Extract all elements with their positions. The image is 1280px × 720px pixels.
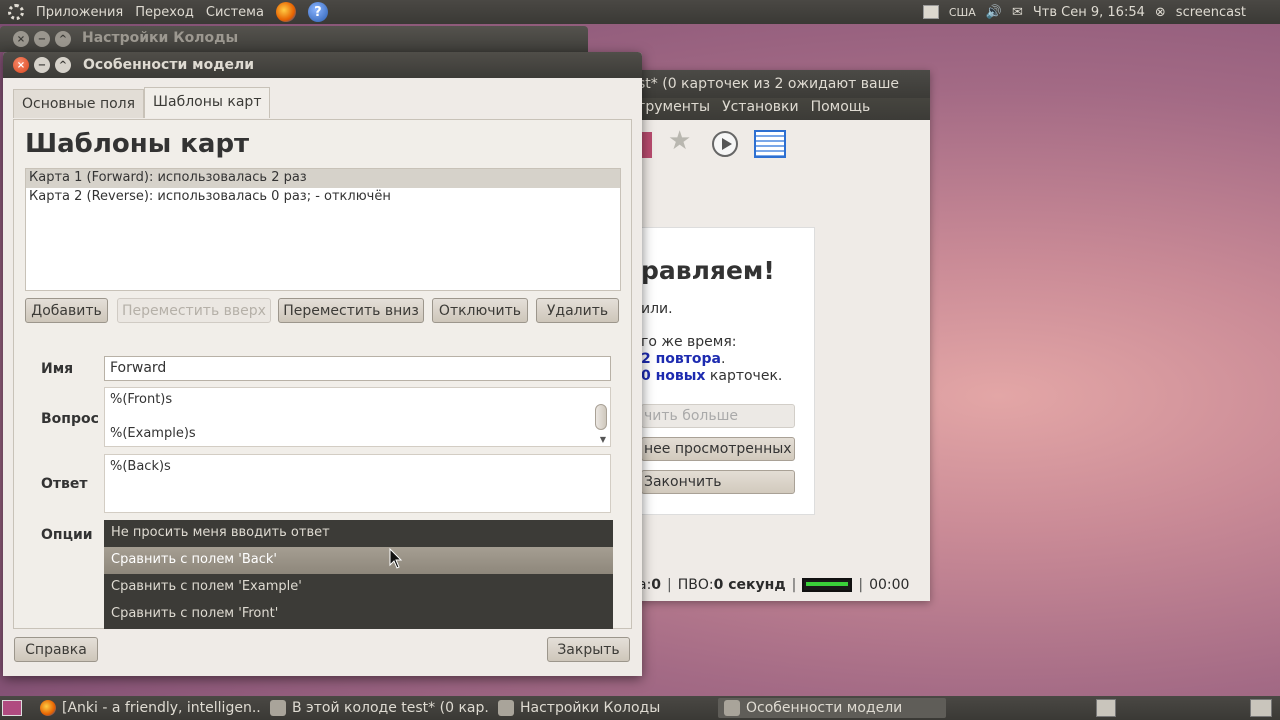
new-count: 0 новых карточек.	[641, 368, 783, 384]
tab-card-templates[interactable]: Шаблоны карт	[144, 87, 271, 118]
review-recent-button[interactable]: нее просмотренных	[641, 437, 795, 461]
congrats-heading: равляем!	[641, 256, 775, 285]
finish-button[interactable]: Закончить	[641, 470, 795, 494]
card-templates-panel: Шаблоны карт Карта 1 (Forward): использо…	[13, 119, 632, 629]
dialog-titlebar[interactable]: × − ^ Особенности модели	[3, 52, 642, 78]
power-icon[interactable]: ⊗	[1155, 5, 1166, 20]
deck-settings-title: Настройки Колоды	[82, 30, 239, 46]
task-model-properties[interactable]: Особенности модели	[718, 698, 946, 718]
minimize-icon[interactable]: −	[34, 57, 50, 73]
volume-icon[interactable]: 🔊	[986, 5, 1002, 20]
firefox-icon	[40, 700, 56, 716]
option-compare-example[interactable]: Сравнить с полем 'Example'	[104, 574, 613, 601]
maximize-icon[interactable]: ^	[55, 57, 71, 73]
toolbar-mark-icon[interactable]	[642, 132, 652, 158]
system-tray: США 🔊 ✉ Чтв Сен 9, 16:54 ⊗ screencast	[922, 0, 1280, 24]
dialog-title: Особенности модели	[83, 57, 255, 73]
clock[interactable]: Чтв Сен 9, 16:54	[1033, 5, 1145, 20]
taskbar: [Anki - a friendly, intelligen... В этой…	[0, 696, 1280, 720]
app-icon	[270, 700, 286, 716]
user-menu[interactable]: screencast	[1176, 5, 1246, 20]
move-down-button[interactable]: Переместить вниз	[278, 298, 424, 323]
disable-button[interactable]: Отключить	[432, 298, 528, 323]
trash-icon[interactable]	[1250, 699, 1272, 717]
task-anki[interactable]: [Anki - a friendly, intelligen...	[34, 698, 262, 718]
congrats-text-2: го же время:	[641, 334, 737, 350]
ubuntu-logo-icon[interactable]	[8, 4, 24, 20]
question-label: Вопрос	[41, 411, 99, 427]
options-dropdown-menu[interactable]: Не просить меня вводить ответ Сравнить с…	[104, 520, 613, 629]
keyboard-icon[interactable]	[922, 5, 939, 19]
menu-settings[interactable]: Установки	[722, 99, 799, 120]
tab-bar: Основные поля Шаблоны карт	[13, 87, 271, 118]
keyboard-layout[interactable]: США	[949, 6, 976, 19]
task-deck-settings[interactable]: Настройки Колоды	[492, 698, 716, 718]
app-icon	[724, 700, 740, 716]
firefox-icon[interactable]	[275, 2, 296, 22]
answer-textarea[interactable]: %(Back)s	[104, 454, 611, 513]
app-icon	[498, 700, 514, 716]
option-compare-front[interactable]: Сравнить с полем 'Front'	[104, 601, 613, 628]
timer: 00:00	[869, 577, 910, 593]
help-button[interactable]: Справка	[14, 637, 98, 662]
top-menu: Приложения Переход Система ?	[0, 2, 328, 22]
menu-tools[interactable]: грументы	[638, 99, 710, 120]
learn-more-button[interactable]: чить больше	[641, 404, 795, 428]
delete-button[interactable]: Удалить	[536, 298, 619, 323]
name-input[interactable]: Forward	[104, 356, 611, 381]
congrats-panel: равляем! или. го же время: 2 повтора. 0 …	[620, 227, 815, 515]
help-icon[interactable]: ?	[307, 2, 328, 22]
name-label: Имя	[41, 361, 74, 377]
scroll-down-icon[interactable]: ▼	[600, 435, 606, 444]
browse-list-icon[interactable]	[754, 130, 786, 158]
option-compare-back[interactable]: Сравнить с полем 'Back'	[104, 547, 613, 574]
answer-label: Ответ	[41, 476, 88, 492]
minimize-icon[interactable]: −	[34, 31, 50, 47]
show-desktop-icon[interactable]	[2, 700, 22, 716]
tab-basic-fields[interactable]: Основные поля	[13, 89, 145, 118]
model-properties-dialog: × − ^ Особенности модели Основные поля Ш…	[3, 52, 642, 676]
question-textarea[interactable]: %(Front)s %(Example)s ▼	[104, 387, 611, 447]
menu-applications[interactable]: Приложения	[36, 5, 123, 20]
maximize-icon[interactable]: ^	[55, 31, 71, 47]
mail-icon[interactable]: ✉	[1012, 5, 1023, 20]
menu-places[interactable]: Переход	[135, 5, 194, 20]
close-icon[interactable]: ×	[13, 31, 29, 47]
star-icon[interactable]: ★	[668, 126, 691, 156]
task-deck[interactable]: В этой колоде test* (0 кар...	[264, 698, 490, 718]
menu-help[interactable]: Помощь	[811, 99, 871, 120]
progress-bar	[802, 578, 853, 592]
card-template-list[interactable]: Карта 1 (Forward): использовалась 2 раз …	[25, 168, 621, 291]
repeats-count: 2 повтора.	[641, 351, 726, 367]
close-button[interactable]: Закрыть	[547, 637, 630, 662]
add-button[interactable]: Добавить	[25, 298, 108, 323]
menu-system[interactable]: Система	[206, 5, 264, 20]
list-item[interactable]: Карта 2 (Reverse): использовалась 0 раз;…	[26, 188, 620, 207]
play-icon[interactable]	[712, 131, 738, 157]
scroll-thumb[interactable]	[595, 404, 607, 430]
options-label: Опции	[41, 527, 93, 543]
anki-statusbar: а: 0 | ПВО: 0 секунд | | 00:00	[638, 577, 910, 593]
close-icon[interactable]: ×	[13, 57, 29, 73]
workspace-switcher-icon[interactable]	[1096, 699, 1116, 717]
list-item[interactable]: Карта 1 (Forward): использовалась 2 раз	[26, 169, 620, 188]
congrats-text-1: или.	[641, 301, 673, 317]
deck-settings-window[interactable]: × − ^ Настройки Колоды	[0, 26, 588, 52]
page-title: Шаблоны карт	[25, 129, 250, 159]
move-up-button[interactable]: Переместить вверх	[117, 298, 271, 323]
question-scrollbar[interactable]: ▼	[594, 388, 610, 446]
top-panel: Приложения Переход Система ? США 🔊 ✉ Чтв…	[0, 0, 1280, 24]
option-no-typing[interactable]: Не просить меня вводить ответ	[104, 520, 613, 547]
